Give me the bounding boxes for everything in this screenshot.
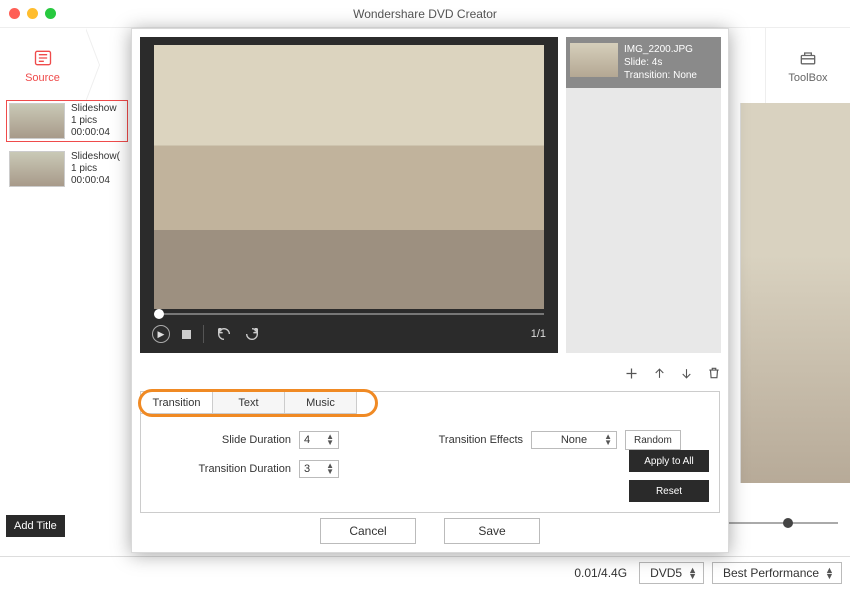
transition-duration-value: 3 — [304, 463, 310, 475]
settings-panel: Transition Text Music Slide Duration 4 ▲… — [140, 391, 720, 513]
slide-duration-stepper[interactable]: 4 ▲▼ — [299, 431, 339, 449]
chevron-updown-icon: ▲▼ — [688, 567, 697, 579]
menu-preview — [740, 103, 850, 483]
source-time: 00:00:04 — [71, 175, 120, 187]
preview-player: ▶ 1/1 — [140, 37, 558, 353]
window-controls — [9, 8, 56, 19]
slide-duration-value: 4 — [304, 434, 310, 446]
slide-meta: IMG_2200.JPG Slide: 4s Transition: None — [624, 43, 697, 82]
source-meta: Slideshow 1 pics 00:00:04 — [71, 103, 117, 139]
source-item[interactable]: Slideshow 1 pics 00:00:04 — [6, 100, 128, 142]
titlebar: Wondershare DVD Creator — [0, 0, 850, 28]
source-thumbnail — [9, 103, 65, 139]
transition-duration-stepper[interactable]: 3 ▲▼ — [299, 460, 339, 478]
tab-transition[interactable]: Transition — [141, 392, 213, 414]
panel-tabs: Transition Text Music — [141, 392, 719, 414]
add-icon[interactable] — [624, 366, 639, 381]
source-title: Slideshow — [71, 103, 117, 115]
arrow-separator — [85, 28, 103, 103]
bottom-bar: 0.01/4.4G DVD5 ▲▼ Best Performance ▲▼ — [0, 556, 850, 589]
source-time: 00:00:04 — [71, 127, 117, 139]
rotate-left-icon[interactable] — [216, 326, 232, 342]
player-controls: ▶ 1/1 — [152, 323, 546, 345]
slide-duration: Slide: 4s — [624, 56, 697, 69]
cancel-button[interactable]: Cancel — [320, 518, 416, 544]
transition-effects-label: Transition Effects — [383, 434, 523, 446]
app-title: Wondershare DVD Creator — [353, 7, 497, 21]
transition-duration-label: Transition Duration — [151, 463, 291, 475]
move-down-icon[interactable] — [680, 367, 693, 380]
quality-value: Best Performance — [723, 566, 819, 580]
source-title: Slideshow( — [71, 151, 120, 163]
apply-all-button[interactable]: Apply to All — [629, 450, 709, 472]
quality-select[interactable]: Best Performance ▲▼ — [712, 562, 842, 584]
chevron-updown-icon: ▲▼ — [326, 434, 334, 446]
play-icon[interactable]: ▶ — [152, 325, 170, 343]
trash-icon[interactable] — [707, 366, 721, 380]
save-button[interactable]: Save — [444, 518, 540, 544]
slideshow-editor-dialog: ▶ 1/1 IMG_2200.JPG Slide: 4s Transition:… — [131, 28, 729, 553]
slide-filename: IMG_2200.JPG — [624, 43, 697, 56]
source-list: Slideshow 1 pics 00:00:04 Slideshow( 1 p… — [6, 100, 128, 196]
source-icon — [32, 48, 54, 68]
chevron-updown-icon: ▲▼ — [604, 434, 612, 446]
panel-body: Slide Duration 4 ▲▼ Transition Effects N… — [141, 414, 719, 512]
tab-toolbox[interactable]: ToolBox — [765, 28, 850, 103]
slide-duration-label: Slide Duration — [151, 434, 291, 446]
disc-type-select[interactable]: DVD5 ▲▼ — [639, 562, 704, 584]
transition-effects-value: None — [561, 434, 587, 446]
stop-icon[interactable] — [182, 330, 191, 339]
chevron-updown-icon: ▲▼ — [326, 463, 334, 475]
tab-music[interactable]: Music — [285, 392, 357, 414]
separator — [203, 325, 204, 343]
source-item[interactable]: Slideshow( 1 pics 00:00:04 — [6, 148, 128, 190]
tab-toolbox-label: ToolBox — [788, 72, 827, 84]
chevron-updown-icon: ▲▼ — [825, 567, 834, 579]
slide-list-actions — [566, 361, 721, 385]
disc-type-value: DVD5 — [650, 566, 682, 580]
random-button[interactable]: Random — [625, 430, 681, 450]
maximize-icon[interactable] — [45, 8, 56, 19]
close-icon[interactable] — [9, 8, 20, 19]
slide-thumbnail — [570, 43, 618, 77]
tab-text[interactable]: Text — [213, 392, 285, 414]
capacity-label: 0.01/4.4G — [574, 566, 639, 580]
seek-bar[interactable] — [154, 313, 544, 315]
rotate-right-icon[interactable] — [244, 326, 260, 342]
zoom-slider[interactable] — [728, 522, 838, 524]
tab-source[interactable]: Source — [0, 28, 85, 103]
slide-item[interactable]: IMG_2200.JPG Slide: 4s Transition: None — [566, 37, 721, 88]
source-pics: 1 pics — [71, 163, 120, 175]
source-meta: Slideshow( 1 pics 00:00:04 — [71, 151, 120, 187]
add-title-button[interactable]: Add Title — [6, 515, 65, 537]
source-pics: 1 pics — [71, 115, 117, 127]
tab-source-label: Source — [25, 72, 60, 84]
frame-counter: 1/1 — [531, 328, 546, 340]
minimize-icon[interactable] — [27, 8, 38, 19]
slide-list: IMG_2200.JPG Slide: 4s Transition: None — [566, 37, 721, 353]
reset-button[interactable]: Reset — [629, 480, 709, 502]
transition-effects-select[interactable]: None ▲▼ — [531, 431, 617, 449]
toolbox-icon — [797, 48, 819, 68]
preview-image — [154, 45, 544, 309]
move-up-icon[interactable] — [653, 367, 666, 380]
slide-transition: Transition: None — [624, 69, 697, 82]
dialog-actions: Cancel Save — [132, 518, 728, 544]
source-thumbnail — [9, 151, 65, 187]
panel-side-actions: Apply to All Reset — [629, 450, 709, 502]
